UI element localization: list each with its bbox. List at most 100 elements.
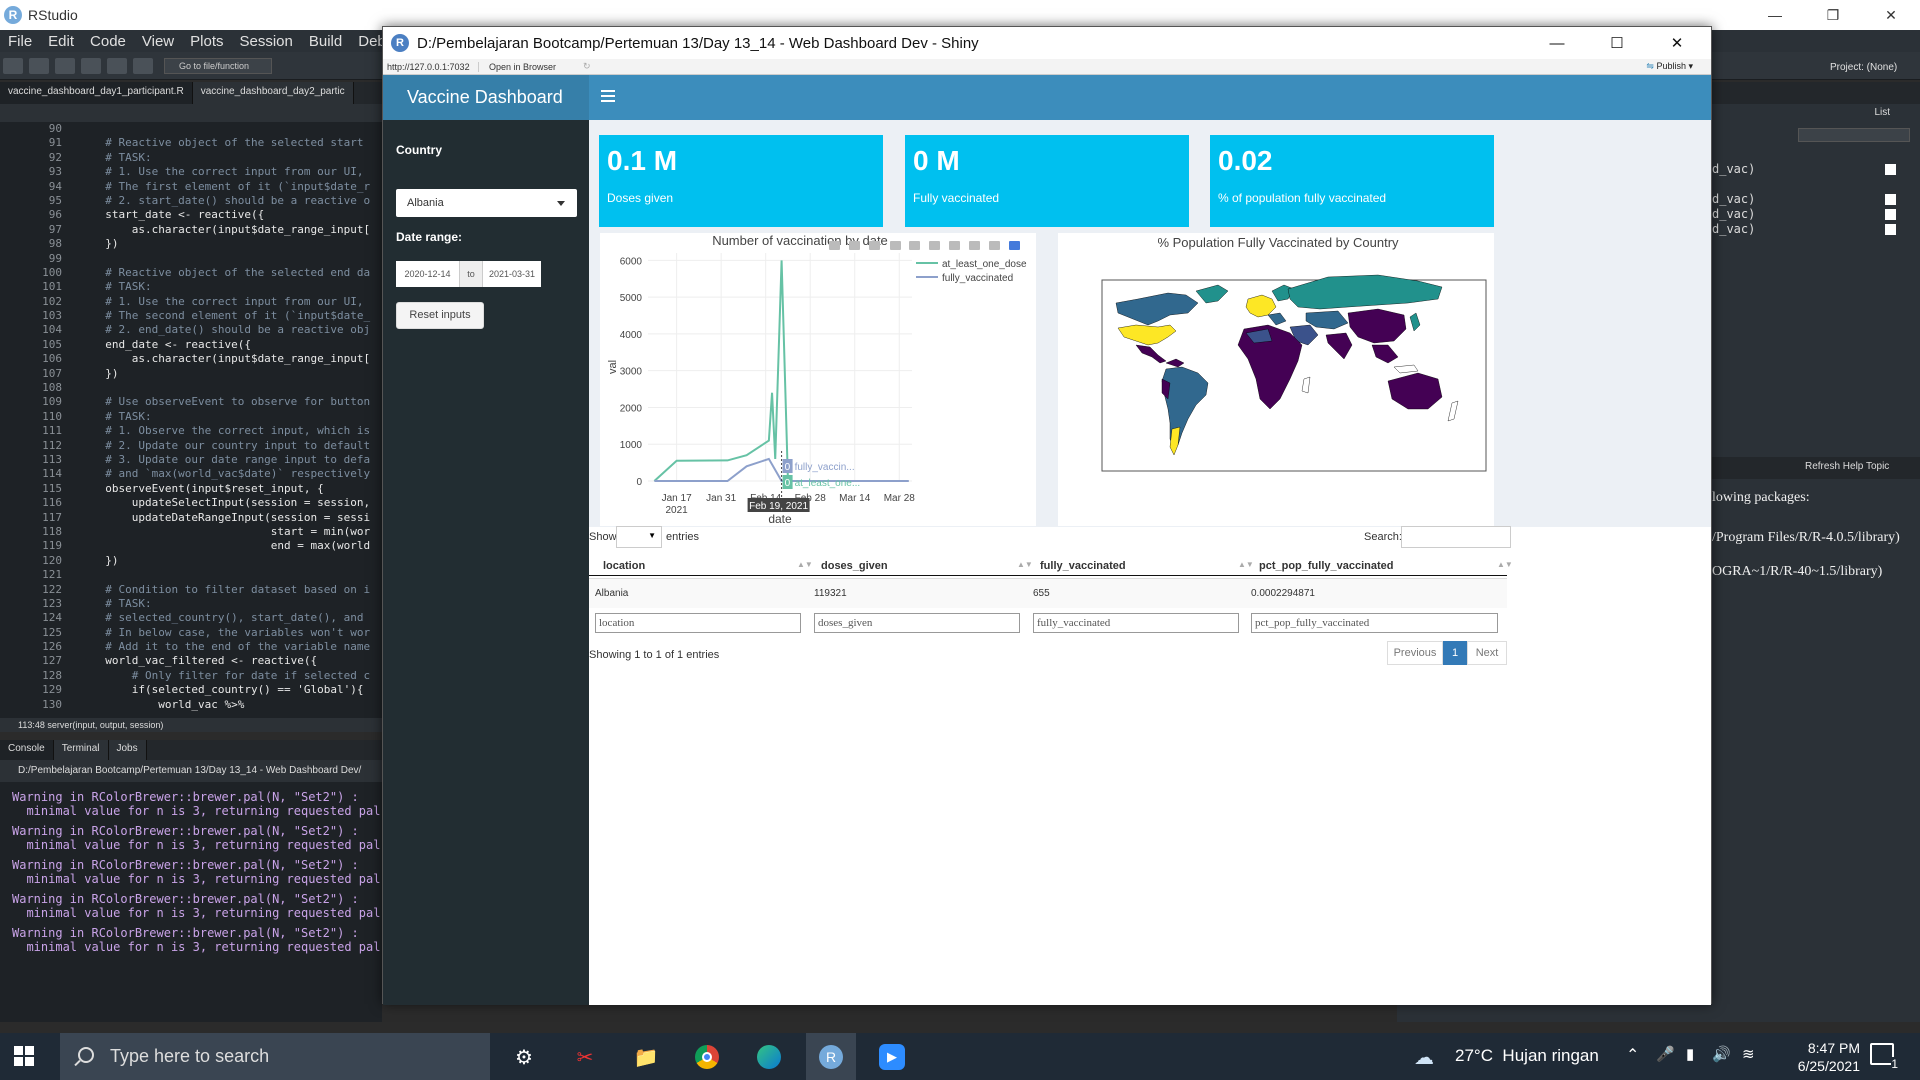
save-all-icon[interactable]	[107, 57, 127, 74]
code-line[interactable]	[92, 122, 382, 136]
code-line[interactable]: updateSelectInput(session = session,	[92, 496, 382, 510]
console-output[interactable]: Warning in RColorBrewer::brewer.pal(N, "…	[0, 782, 382, 1022]
notification-icon[interactable]: 1	[1870, 1043, 1898, 1071]
editor-tab[interactable]: vaccine_dashboard_day2_partic	[192, 82, 354, 104]
save-icon[interactable]	[81, 57, 101, 74]
code-line[interactable]: })	[92, 237, 382, 251]
project-label[interactable]: Project: (None)	[1830, 62, 1897, 73]
column-header-doses-given[interactable]: doses_given ▲▼	[821, 560, 1033, 572]
editor-tab[interactable]: vaccine_dashboard_day1_participant.R	[0, 82, 193, 104]
code-line[interactable]: # Condition to filter dataset based on i	[92, 583, 382, 597]
code-line[interactable]: end_date <- reactive({	[92, 338, 382, 352]
tab-jobs[interactable]: Jobs	[108, 740, 147, 760]
code-line[interactable]: observeEvent(input$reset_input, {	[92, 482, 382, 496]
volume-icon[interactable]: 🔊	[1712, 1045, 1731, 1063]
close-icon[interactable]: ✕	[1647, 27, 1707, 59]
line-chart-svg[interactable]: Number of vaccination by date 0 1000 2000 30…	[600, 233, 1036, 526]
vaccination-line-chart[interactable]: Number of vaccination by date 0 1000 2000 30…	[600, 233, 1036, 526]
code-line[interactable]: start_date <- reactive({	[92, 208, 382, 222]
code-line[interactable]: # In below case, the variables won't wor	[92, 626, 382, 640]
rstudio-taskbar-icon[interactable]: R	[806, 1033, 856, 1080]
camera-icon[interactable]	[829, 241, 840, 250]
column-header-fully-vaccinated[interactable]: fully_vaccinated ▲▼	[1040, 560, 1254, 572]
snipping-tool-icon[interactable]: ✂	[567, 1039, 603, 1075]
filter-doses-given-input[interactable]: doses_given	[814, 613, 1020, 633]
pager-next-button[interactable]: Next	[1467, 641, 1507, 665]
new-project-icon[interactable]	[29, 57, 49, 74]
code-editor[interactable]: 90 91 92 93 94 95 96 97 98 99 100 101 102 103 104 105 10…	[0, 122, 382, 718]
env-checkbox[interactable]	[1885, 194, 1896, 205]
code-line[interactable]: # 1. Use the correct input from our UI,	[92, 295, 382, 309]
table-search-input[interactable]	[1401, 526, 1511, 548]
close-icon[interactable]: ✕	[1862, 0, 1920, 30]
refresh-help-button[interactable]: Refresh Help Topic	[1805, 461, 1889, 472]
goto-file-input[interactable]: Go to file/function	[164, 57, 272, 74]
settings-gear-icon[interactable]: ⚙	[506, 1039, 542, 1075]
pager-previous-button[interactable]: Previous	[1387, 641, 1443, 665]
column-header-pct-pop[interactable]: pct_pop_fully_vaccinated ▲▼	[1259, 560, 1513, 572]
file-explorer-icon[interactable]: 📁	[628, 1039, 664, 1075]
code-line[interactable]: # Reactive object of the selected start	[92, 136, 382, 150]
publish-button[interactable]: ⇋ Publish ▾	[1646, 61, 1693, 72]
code-line[interactable]: })	[92, 554, 382, 568]
code-text[interactable]: # Reactive object of the selected start …	[92, 122, 382, 712]
zoom-icon[interactable]	[849, 241, 860, 250]
taskbar-clock[interactable]: 8:47 PM 6/25/2021	[1760, 1039, 1860, 1075]
sidebar-toggle-icon[interactable]	[601, 90, 615, 105]
microphone-icon[interactable]: 🎤	[1656, 1045, 1675, 1063]
code-line[interactable]: start = min(wor	[92, 525, 382, 539]
open-in-browser-button[interactable]: Open in Browser	[479, 62, 583, 72]
env-checkbox[interactable]	[1885, 224, 1896, 235]
vaccination-map[interactable]: % Population Fully Vaccinated by Country	[1058, 233, 1494, 526]
chrome-icon[interactable]	[689, 1039, 725, 1075]
entries-select[interactable]: ▼	[616, 526, 662, 548]
code-line[interactable]: if(selected_country() == 'Global'){	[92, 683, 382, 697]
code-line[interactable]	[92, 381, 382, 395]
code-line[interactable]: # TASK:	[92, 410, 382, 424]
menu-build[interactable]: Build	[309, 33, 342, 50]
filter-pct-pop-input[interactable]: pct_pop_fully_vaccinated	[1251, 613, 1498, 633]
code-line[interactable]: # Only filter for date if selected c	[92, 669, 382, 683]
code-line[interactable]: # The first element of it (`input$date_r	[92, 180, 382, 194]
battery-icon[interactable]: ▮	[1686, 1045, 1694, 1063]
code-line[interactable]: as.character(input$date_range_input[	[92, 223, 382, 237]
filter-fully-vaccinated-input[interactable]: fully_vaccinated	[1033, 613, 1239, 633]
menu-edit[interactable]: Edit	[48, 33, 74, 50]
zoom-in-icon[interactable]	[929, 241, 940, 250]
map-svg[interactable]: % Population Fully Vaccinated by Country	[1058, 233, 1494, 526]
code-line[interactable]: # 1. Use the correct input from our UI,	[92, 165, 382, 179]
weather-text[interactable]: 27°C Hujan ringan	[1455, 1046, 1599, 1066]
code-line[interactable]: # The second element of it (`input$date_	[92, 309, 382, 323]
filter-location-input[interactable]: location	[595, 613, 801, 633]
menu-view[interactable]: View	[142, 33, 174, 50]
new-file-icon[interactable]	[3, 57, 23, 74]
code-line[interactable]: # selected_country(), start_date(), and	[92, 611, 382, 625]
lasso-icon[interactable]	[909, 241, 920, 250]
code-line[interactable]: # 2. end_date() should be a reactive obj	[92, 323, 382, 337]
reset-axes-icon[interactable]	[989, 241, 1000, 250]
code-line[interactable]	[92, 252, 382, 266]
code-line[interactable]: world_vac_filtered <- reactive({	[92, 654, 382, 668]
minimize-icon[interactable]: —	[1527, 27, 1587, 59]
environment-search-input[interactable]	[1798, 128, 1910, 142]
minimize-icon[interactable]: —	[1746, 0, 1804, 30]
tab-console[interactable]: Console	[0, 740, 54, 760]
refresh-icon[interactable]: ↻	[583, 61, 591, 72]
code-line[interactable]: # TASK:	[92, 280, 382, 294]
pager-page-button[interactable]: 1	[1443, 641, 1467, 665]
weather-cloud-icon[interactable]: ☁	[1414, 1045, 1434, 1070]
code-line[interactable]: # Reactive object of the selected end da	[92, 266, 382, 280]
code-line[interactable]: # 2. start_date() should be a reactive o	[92, 194, 382, 208]
code-line[interactable]: # 1. Observe the correct input, which is	[92, 424, 382, 438]
code-line[interactable]: end = max(world	[92, 539, 382, 553]
tab-terminal[interactable]: Terminal	[53, 740, 109, 760]
code-line[interactable]: # TASK:	[92, 597, 382, 611]
menu-code[interactable]: Code	[90, 33, 126, 50]
autoscale-icon[interactable]	[969, 241, 980, 250]
env-checkbox[interactable]	[1885, 209, 1896, 220]
code-line[interactable]: as.character(input$date_range_input[	[92, 352, 382, 366]
list-view-toggle[interactable]: List	[1874, 107, 1890, 118]
menu-file[interactable]: File	[8, 33, 32, 50]
wifi-icon[interactable]: ≋	[1742, 1045, 1755, 1063]
code-line[interactable]: # and `max(world_vac$date)` respectively	[92, 467, 382, 481]
